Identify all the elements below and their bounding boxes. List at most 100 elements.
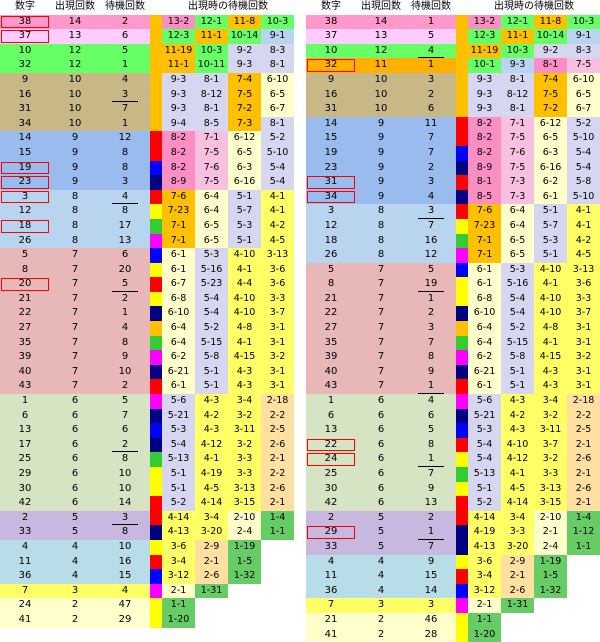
color-swatch[interactable] [456, 189, 468, 205]
color-swatch[interactable] [456, 204, 468, 219]
cell-at-appear-1[interactable]: 1-20 [468, 627, 501, 642]
cell-number[interactable]: 4 [306, 554, 356, 570]
cell-at-appear-4[interactable] [567, 598, 600, 613]
cell-number[interactable]: 2 [0, 510, 50, 526]
cell-at-appear-3[interactable]: 3-11 [228, 423, 261, 438]
cell-appear[interactable]: 7 [356, 291, 406, 307]
cell-at-appear-2[interactable]: 5-2 [195, 321, 228, 336]
cell-appear[interactable]: 6 [50, 423, 100, 438]
color-swatch[interactable] [150, 189, 162, 205]
cell-at-appear-3[interactable]: 10-14 [228, 29, 261, 44]
cell-at-appear-3[interactable]: 5-1 [228, 189, 261, 205]
color-swatch[interactable] [150, 379, 162, 395]
cell-at-appear-4[interactable]: 3-7 [567, 306, 600, 322]
cell-at-appear-3[interactable]: 1-19 [534, 554, 567, 570]
cell-at-appear-2[interactable]: 4-3 [195, 394, 228, 409]
cell-at-appear-4[interactable]: 6-7 [567, 102, 600, 117]
cell-at-appear-1[interactable]: 6-10 [162, 306, 195, 322]
cell-at-appear-2[interactable] [195, 598, 228, 613]
cell-at-appear-2[interactable]: 5-1 [195, 364, 228, 380]
cell-at-appear-4[interactable]: 1-12 [567, 525, 600, 540]
color-swatch[interactable] [150, 364, 162, 380]
cell-at-appear-3[interactable]: 1-32 [534, 583, 567, 599]
cell-appear[interactable]: 6 [356, 437, 406, 453]
cell-appear[interactable]: 6 [356, 408, 406, 424]
cell-at-appear-1[interactable]: 5-4 [468, 452, 501, 467]
cell-appear[interactable]: 12 [50, 43, 100, 59]
cell-wait[interactable]: 47 [100, 598, 150, 613]
cell-at-appear-1[interactable]: 2-1 [162, 583, 195, 599]
cell-at-appear-1[interactable]: 8-9 [162, 175, 195, 190]
cell-at-appear-2[interactable] [501, 627, 534, 642]
cell-number[interactable]: 31 [306, 102, 356, 117]
cell-wait[interactable]: 9 [406, 554, 456, 570]
cell-appear[interactable]: 8 [50, 218, 100, 234]
cell-number[interactable]: 42 [306, 496, 356, 511]
cell-at-appear-4[interactable]: 2-6 [261, 437, 294, 453]
cell-appear[interactable]: 9 [50, 160, 100, 176]
cell-appear[interactable]: 7 [356, 306, 406, 322]
color-swatch[interactable] [456, 248, 468, 263]
cell-at-appear-1[interactable]: 8-2 [162, 131, 195, 146]
cell-at-appear-2[interactable]: 5-23 [195, 277, 228, 292]
cell-appear[interactable]: 9 [50, 175, 100, 190]
color-swatch[interactable] [456, 102, 468, 117]
cell-at-appear-2[interactable]: 5-16 [501, 277, 534, 292]
cell-at-appear-1[interactable]: 6-2 [162, 350, 195, 365]
cell-appear[interactable]: 14 [50, 14, 100, 30]
cell-appear[interactable]: 5 [356, 510, 406, 526]
cell-at-appear-2[interactable]: 6-4 [195, 189, 228, 205]
cell-number[interactable]: 36 [0, 569, 50, 584]
cell-at-appear-4[interactable]: 9-1 [567, 29, 600, 44]
cell-at-appear-4[interactable] [261, 583, 294, 599]
cell-at-appear-4[interactable]: 2-1 [567, 496, 600, 511]
cell-at-appear-2[interactable]: 7-5 [501, 160, 534, 176]
cell-number[interactable]: 39 [306, 350, 356, 365]
cell-appear[interactable]: 7 [356, 364, 406, 380]
cell-wait[interactable]: 5 [406, 29, 456, 44]
cell-appear[interactable]: 9 [50, 131, 100, 146]
cell-at-appear-1[interactable]: 5-3 [468, 423, 501, 438]
color-swatch[interactable] [456, 145, 468, 161]
cell-number[interactable]: 11 [0, 554, 50, 570]
cell-at-appear-1[interactable]: 13-2 [162, 14, 195, 30]
cell-at-appear-3[interactable]: 6-12 [228, 131, 261, 146]
cell-at-appear-2[interactable]: 12-1 [195, 14, 228, 30]
cell-appear[interactable]: 6 [50, 467, 100, 482]
color-swatch[interactable] [150, 72, 162, 88]
color-swatch[interactable] [150, 583, 162, 599]
cell-at-appear-4[interactable]: 3-3 [261, 291, 294, 307]
cell-at-appear-4[interactable]: 5-8 [567, 175, 600, 190]
cell-wait[interactable]: 3 [406, 321, 456, 336]
cell-appear[interactable]: 13 [356, 29, 406, 44]
cell-at-appear-2[interactable]: 8-1 [501, 72, 534, 88]
cell-at-appear-4[interactable]: 7-5 [567, 58, 600, 73]
cell-appear[interactable]: 9 [356, 175, 406, 190]
cell-at-appear-2[interactable]: 3-20 [195, 525, 228, 540]
cell-at-appear-1[interactable]: 3-6 [468, 554, 501, 570]
cell-at-appear-1[interactable]: 7-6 [468, 204, 501, 219]
cell-at-appear-4[interactable]: 5-10 [567, 131, 600, 146]
cell-number[interactable]: 9 [0, 72, 50, 88]
color-swatch[interactable] [150, 350, 162, 365]
cell-wait[interactable]: 4 [100, 72, 150, 88]
cell-at-appear-3[interactable]: 1-5 [534, 569, 567, 584]
cell-at-appear-2[interactable]: 4-1 [195, 452, 228, 467]
cell-wait[interactable]: 46 [406, 612, 456, 628]
cell-appear[interactable]: 6 [50, 496, 100, 511]
cell-wait[interactable]: 3 [100, 87, 150, 103]
color-swatch[interactable] [150, 598, 162, 613]
cell-appear[interactable]: 8 [356, 218, 406, 234]
cell-at-appear-3[interactable]: 3-4 [228, 394, 261, 409]
cell-wait[interactable]: 8 [100, 335, 150, 351]
cell-at-appear-3[interactable]: 5-3 [228, 218, 261, 234]
cell-at-appear-1[interactable]: 4-13 [162, 525, 195, 540]
cell-at-appear-4[interactable]: 2-2 [261, 408, 294, 424]
color-swatch[interactable] [456, 43, 468, 59]
cell-at-appear-2[interactable]: 4-3 [195, 423, 228, 438]
color-swatch[interactable] [150, 175, 162, 190]
color-swatch[interactable] [456, 335, 468, 351]
cell-at-appear-3[interactable]: 6-16 [534, 160, 567, 176]
cell-at-appear-3[interactable]: 4-1 [228, 262, 261, 278]
cell-wait[interactable]: 16 [406, 233, 456, 249]
